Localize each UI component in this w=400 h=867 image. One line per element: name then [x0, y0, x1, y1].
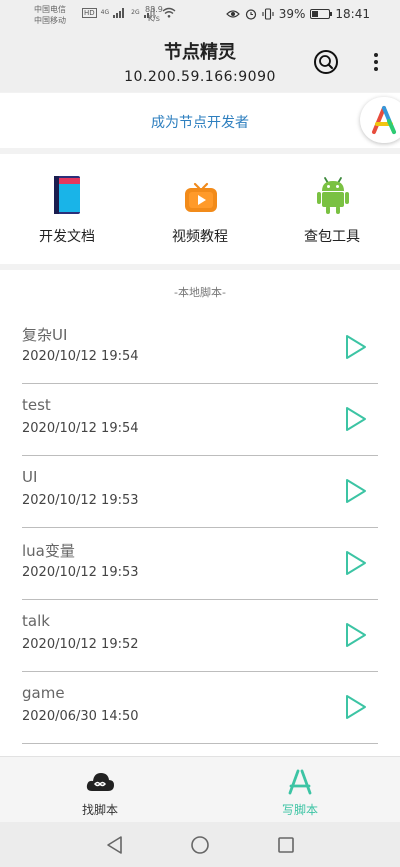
app-logo-icon: [372, 106, 396, 134]
tv-icon: [185, 182, 217, 212]
app-header: 节点精灵 10.200.59.166:9090: [0, 30, 400, 92]
play-icon[interactable]: [344, 406, 368, 432]
script-name: test: [22, 396, 51, 414]
more-vertical-icon: [374, 53, 378, 71]
tool-video-tutorial-label: 视频教程: [172, 229, 228, 245]
cloud-icon: [86, 773, 114, 791]
developer-avatar[interactable]: [360, 97, 400, 143]
script-name: UI: [22, 468, 38, 486]
carrier-info: 中国电信 中国移动: [34, 4, 66, 26]
hd-badge: HD: [82, 7, 97, 18]
tool-package-inspector[interactable]: 查包工具: [272, 154, 392, 264]
system-nav-bar: [0, 822, 400, 867]
book-icon: [54, 176, 80, 214]
tab-write-scripts[interactable]: 写脚本: [245, 757, 355, 823]
developer-banner: 成为节点开发者: [0, 93, 400, 148]
status-right: 39% 18:41: [225, 7, 370, 21]
signal-2-label: 2G: [131, 9, 140, 16]
status-bar: 中国电信 中国移动 HD 4G 2G 88.9 K/s 39% 18:41: [0, 0, 400, 30]
script-name: talk: [22, 612, 50, 630]
play-icon[interactable]: [344, 622, 368, 648]
script-row[interactable]: test 2020/10/12 19:54: [22, 384, 378, 456]
back-icon[interactable]: [104, 834, 126, 856]
wifi-icon: [162, 7, 176, 18]
net-speed-value: 88.9: [145, 5, 163, 14]
tool-video-tutorial[interactable]: 视频教程: [140, 154, 260, 264]
net-speed: 88.9 K/s: [145, 5, 163, 23]
carrier-1: 中国电信: [34, 5, 66, 14]
bottom-tab-bar: 找脚本 写脚本: [0, 756, 400, 822]
script-date: 2020/10/12 19:52: [22, 637, 139, 652]
app-title: 节点精灵: [164, 42, 236, 63]
scan-icon: [314, 50, 338, 74]
tool-dev-docs-label: 开发文档: [39, 229, 95, 245]
tab-write-label: 写脚本: [281, 803, 318, 817]
more-menu-button[interactable]: [362, 48, 390, 76]
script-name: lua变量: [22, 542, 75, 560]
play-icon[interactable]: [344, 478, 368, 504]
home-icon[interactable]: [189, 834, 211, 856]
script-name: 复杂UI: [22, 326, 68, 344]
android-icon: [317, 177, 349, 214]
scan-button[interactable]: [312, 48, 340, 76]
play-icon[interactable]: [344, 334, 368, 360]
net-speed-unit: K/s: [147, 14, 160, 23]
script-name: game: [22, 684, 65, 702]
local-scripts-panel: -本地脚本- 复杂UI 2020/10/12 19:54 test 2020/1…: [0, 270, 400, 756]
script-row[interactable]: UI 2020/10/12 19:53: [22, 456, 378, 528]
tab-find-label: 找脚本: [81, 803, 118, 817]
script-date: 2020/10/12 19:53: [22, 565, 139, 580]
section-title: -本地脚本-: [174, 286, 226, 299]
script-row[interactable]: lua变量 2020/10/12 19:53: [22, 528, 378, 600]
server-address: 10.200.59.166:9090: [124, 69, 276, 85]
signal-1-label: 4G: [100, 9, 110, 16]
script-date: 2020/06/30 14:50: [22, 709, 139, 724]
battery-percent: 39%: [278, 7, 306, 21]
quick-tools: 开发文档 视频教程 查包工具: [0, 154, 400, 264]
tool-package-inspector-label: 查包工具: [304, 229, 360, 245]
script-row[interactable]: game 2020/06/30 14:50: [22, 672, 378, 744]
become-developer-link[interactable]: 成为节点开发者: [0, 112, 400, 132]
signal-1-icon: [113, 7, 125, 18]
script-row[interactable]: talk 2020/10/12 19:52: [22, 600, 378, 672]
eye-icon: [225, 10, 240, 18]
battery-icon: [310, 9, 333, 19]
script-row[interactable]: 复杂UI 2020/10/12 19:54: [22, 312, 378, 384]
script-date: 2020/10/12 19:53: [22, 493, 139, 508]
play-icon[interactable]: [344, 694, 368, 720]
carrier-2: 中国移动: [34, 16, 66, 25]
script-date: 2020/10/12 19:54: [22, 421, 139, 436]
tool-dev-docs[interactable]: 开发文档: [7, 154, 127, 264]
play-icon[interactable]: [344, 550, 368, 576]
tab-find-scripts[interactable]: 找脚本: [45, 757, 155, 823]
vibrate-icon: [262, 8, 274, 20]
recent-apps-icon[interactable]: [275, 834, 297, 856]
alarm-icon: [245, 9, 256, 20]
script-date: 2020/10/12 19:54: [22, 349, 139, 364]
app-store-icon: [288, 769, 312, 795]
clock: 18:41: [335, 7, 370, 21]
